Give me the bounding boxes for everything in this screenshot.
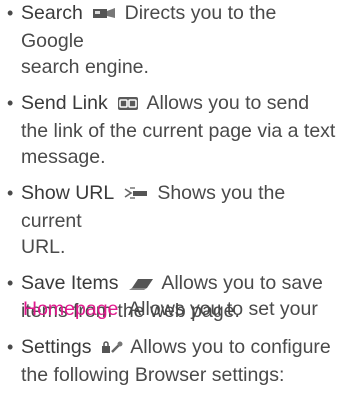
item-desc-line: the link of the current page via a text [21, 120, 336, 142]
item-desc-line: URL. [21, 236, 66, 258]
item-term: Save Items [21, 272, 119, 294]
item-term: Settings [21, 336, 92, 358]
bullet: • [7, 183, 14, 203]
bullet: • [7, 273, 14, 293]
item-term: Send Link [21, 92, 108, 114]
search-flag-icon [92, 2, 116, 28]
list-item-search: • Search Directs you to the Google searc… [7, 0, 339, 80]
sub-entry-description: Allows you to set your [128, 298, 318, 320]
item-desc-line: message. [21, 146, 106, 168]
item-desc-line: the following Browser settings: [21, 364, 285, 386]
settings-icon [101, 336, 123, 362]
item-term: Show URL [21, 182, 114, 204]
item-desc-line: Allows you to save [161, 272, 323, 294]
bullet: • [7, 337, 14, 357]
item-term: Search [21, 2, 83, 24]
list-item-send-link: • Send Link Allows you to send the link … [7, 90, 339, 170]
send-link-icon [117, 92, 139, 118]
bullet: • [7, 3, 14, 23]
item-desc-line: search engine. [21, 56, 149, 78]
list-item-show-url: • Show URL Shows you the current URL. [7, 180, 339, 260]
save-items-icon [128, 272, 154, 298]
settings-sub-entry: Homepage Allows you to set your [23, 296, 343, 322]
list-item-settings: • Settings Allows you to configure the f… [7, 334, 339, 388]
feature-list: • Search Directs you to the Google searc… [7, 0, 339, 394]
show-url-icon [123, 182, 149, 208]
item-desc-line: Allows you to configure [130, 336, 331, 358]
sub-entry-term: Homepage [23, 298, 119, 320]
item-desc-line: Allows you to send [146, 92, 310, 114]
bullet: • [7, 93, 14, 113]
